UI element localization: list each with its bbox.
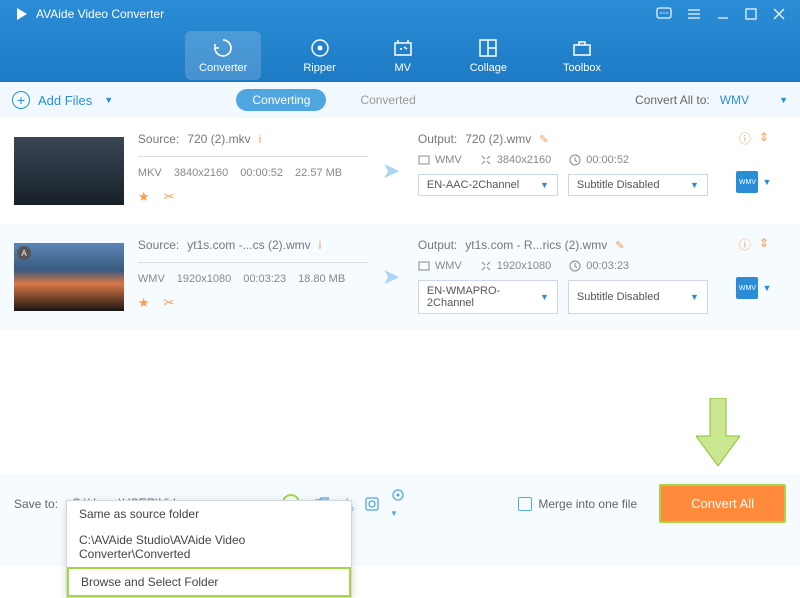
resolution: 1920x1080	[177, 273, 231, 285]
badge-icon: A	[17, 246, 31, 260]
checkbox-icon	[518, 497, 532, 511]
adjust-icon[interactable]: ⇕	[759, 236, 769, 253]
tab-label: MV	[394, 62, 411, 74]
save-to-label: Save to:	[14, 497, 58, 511]
out-codec: WMV	[435, 260, 462, 272]
output-name: yt1s.com - R...rics (2).wmv	[465, 238, 607, 252]
chevron-down-icon: ▼	[779, 95, 788, 105]
cut-icon[interactable]: ✂	[164, 189, 175, 205]
output-name: 720 (2).wmv	[465, 132, 531, 146]
dropdown-item-recent[interactable]: C:\AVAide Studio\AVAide Video Converter\…	[67, 527, 351, 567]
maximize-icon[interactable]	[744, 7, 758, 21]
edit-icon[interactable]: ✎	[539, 133, 548, 146]
duration: 00:00:52	[240, 167, 283, 179]
resolution: 3840x2160	[174, 167, 228, 179]
dropdown-item-same[interactable]: Same as source folder	[67, 501, 351, 527]
out-res: 3840x2160	[497, 154, 551, 166]
audio-select[interactable]: EN-AAC-2Channel▼	[418, 174, 558, 196]
save-path-dropdown: Same as source folder C:\AVAide Studio\A…	[66, 500, 352, 598]
merge-label: Merge into one file	[538, 497, 637, 511]
mv-icon	[392, 37, 414, 59]
source-label: Source:	[138, 132, 179, 146]
file-row: A Source: yt1s.com -...cs (2).wmv i WMV …	[0, 224, 800, 330]
codec: MKV	[138, 167, 162, 179]
tab-toolbox[interactable]: Toolbox	[549, 31, 615, 80]
tab-converter[interactable]: Converter	[185, 31, 261, 80]
convert-all-to-label: Convert All to:	[635, 93, 710, 107]
ripper-icon	[309, 37, 331, 59]
convert-all-button[interactable]: Convert All	[659, 484, 786, 523]
header: AVAide Video Converter Converter Ripper …	[0, 0, 800, 82]
source-label: Source:	[138, 238, 179, 252]
dropdown-item-browse[interactable]: Browse and Select Folder	[67, 567, 351, 597]
info-icon[interactable]: i	[319, 238, 322, 252]
audio-select[interactable]: EN-WMAPRO-2Channel▼	[418, 280, 558, 314]
cut-icon[interactable]: ✂	[164, 295, 175, 311]
filesize: 18.80 MB	[298, 273, 345, 285]
output-label: Output:	[418, 238, 457, 252]
close-icon[interactable]	[772, 7, 786, 21]
tab-mv[interactable]: MV	[378, 31, 428, 80]
feedback-icon[interactable]	[656, 7, 672, 21]
format-value: WMV	[720, 93, 749, 107]
format-icon: WMV	[736, 277, 758, 299]
duration: 00:03:23	[243, 273, 286, 285]
info-icon[interactable]: ⓘ	[739, 130, 751, 147]
subtitle-select[interactable]: Subtitle Disabled▼	[568, 174, 708, 196]
info-icon[interactable]: i	[259, 132, 262, 146]
add-files-button[interactable]: + Add Files ▼	[12, 91, 113, 109]
output-format-button[interactable]: WMV ▼	[736, 277, 771, 299]
source-name: 720 (2).mkv	[187, 132, 250, 146]
add-files-label: Add Files	[38, 93, 92, 108]
out-codec: WMV	[435, 154, 462, 166]
star-icon[interactable]: ★	[138, 295, 150, 311]
source-name: yt1s.com -...cs (2).wmv	[187, 238, 310, 252]
subtitle-select[interactable]: Subtitle Disabled▼	[568, 280, 708, 314]
merge-checkbox[interactable]: Merge into one file	[518, 497, 637, 511]
titlebar: AVAide Video Converter	[0, 0, 800, 28]
output-format-button[interactable]: WMV ▼	[736, 171, 771, 193]
settings-icon[interactable]: ▼	[390, 487, 406, 520]
converter-icon	[212, 37, 234, 59]
tab-collage[interactable]: Collage	[456, 31, 521, 80]
thumbnail[interactable]	[14, 137, 124, 205]
thumbnail[interactable]: A	[14, 243, 124, 311]
format-icon: WMV	[736, 171, 758, 193]
output-label: Output:	[418, 132, 457, 146]
adjust-icon[interactable]: ⇕	[759, 130, 769, 147]
app-title: AVAide Video Converter	[36, 7, 164, 21]
star-icon[interactable]: ★	[138, 189, 150, 205]
collage-icon	[477, 37, 499, 59]
tab-ripper[interactable]: Ripper	[289, 31, 349, 80]
toolbar: + Add Files ▼ Converting Converted Conve…	[0, 82, 800, 118]
tab-label: Converter	[199, 62, 247, 74]
converted-tab[interactable]: Converted	[344, 89, 431, 111]
arrow-icon: ➤	[382, 158, 404, 184]
out-dur: 00:03:23	[586, 260, 629, 272]
tab-label: Ripper	[303, 62, 335, 74]
arrow-icon: ➤	[382, 264, 404, 290]
plus-icon: +	[12, 91, 30, 109]
file-row: Source: 720 (2).mkv i MKV 3840x2160 00:0…	[0, 118, 800, 224]
out-dur: 00:00:52	[586, 154, 629, 166]
info-icon[interactable]: ⓘ	[739, 236, 751, 253]
tab-label: Toolbox	[563, 62, 601, 74]
format-select[interactable]: WMV ▼	[720, 93, 788, 107]
toolbox-icon	[571, 37, 593, 59]
main-tabs: Converter Ripper MV Collage Toolbox	[0, 28, 800, 82]
minimize-icon[interactable]	[716, 7, 730, 21]
edit-icon[interactable]: ✎	[615, 239, 624, 252]
annotation-arrow	[696, 398, 740, 466]
out-res: 1920x1080	[497, 260, 551, 272]
tab-label: Collage	[470, 62, 507, 74]
converting-tab[interactable]: Converting	[236, 89, 326, 111]
menu-icon[interactable]	[686, 7, 702, 21]
gpu-icon[interactable]	[364, 496, 380, 512]
chevron-down-icon: ▼	[104, 95, 113, 105]
filesize: 22.57 MB	[295, 167, 342, 179]
codec: WMV	[138, 273, 165, 285]
